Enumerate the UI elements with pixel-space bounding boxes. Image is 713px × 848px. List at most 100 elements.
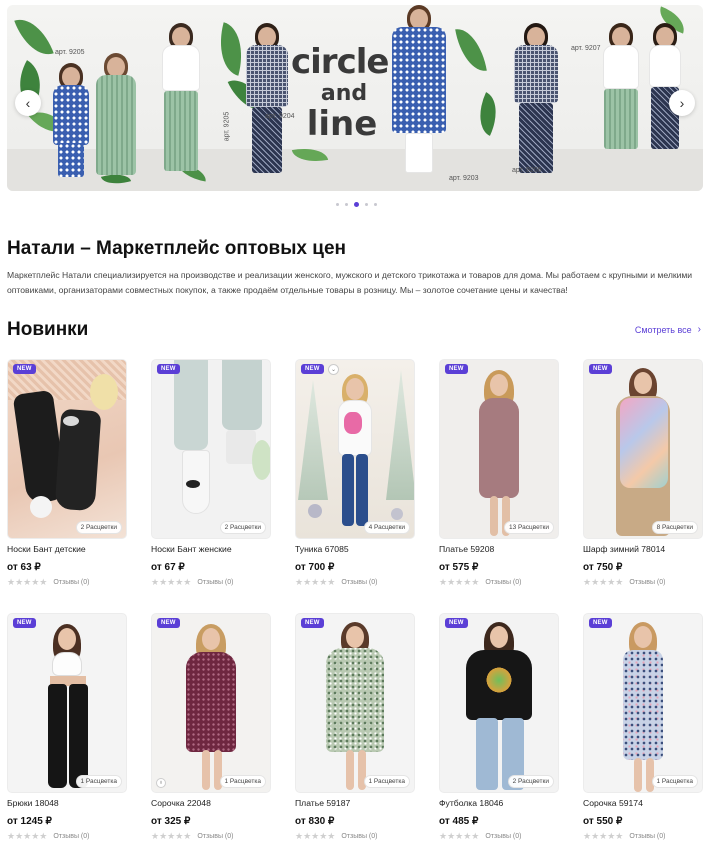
chevron-down-icon[interactable]: ⌄: [328, 364, 339, 375]
product-name[interactable]: Платье 59208: [439, 544, 559, 554]
rating-stars: ★★★★★ Отзывы (0): [7, 577, 90, 587]
new-badge: NEW: [445, 618, 468, 628]
article-label: арт. 9205: [55, 49, 85, 56]
product-price: от 325 ₽: [151, 816, 191, 827]
new-badge: NEW: [13, 364, 36, 374]
product-image[interactable]: NEW 2 Расцветки: [151, 359, 271, 539]
intro-description: Маркетплейс Натали специализируется на п…: [7, 270, 693, 295]
new-badge: NEW: [301, 364, 324, 374]
colors-count-badge: 13 Расцветки: [504, 521, 554, 534]
product-card[interactable]: NEW 2 Расцветки Носки Бант женские от 67…: [151, 359, 271, 596]
product-grid: NEW 2 Расцветки Носки Бант детские от 63…: [7, 359, 707, 848]
colors-count-badge: 1 Расцветка: [651, 775, 698, 788]
banner-prev-button[interactable]: ‹: [15, 90, 41, 116]
product-card[interactable]: NEW 2 Расцветки Носки Бант детские от 63…: [7, 359, 127, 596]
product-name[interactable]: Носки Бант женские: [151, 544, 271, 554]
reviews-count[interactable]: Отзывы (0): [197, 833, 233, 840]
product-image[interactable]: NEW 2 Расцветки: [7, 359, 127, 539]
product-name[interactable]: Шарф зимний 78014: [583, 544, 703, 554]
leaf-decoration: [14, 11, 54, 63]
reviews-count[interactable]: Отзывы (0): [629, 579, 665, 586]
product-price: от 63 ₽: [7, 562, 41, 573]
product-price: от 550 ₽: [583, 816, 623, 827]
reviews-count[interactable]: Отзывы (0): [341, 579, 377, 586]
colors-count-badge: 1 Расцветка: [363, 775, 410, 788]
pagination-dot[interactable]: [365, 203, 368, 206]
product-card[interactable]: NEW 1 Расцветка Платье 59187 от 830 ₽ ★★…: [295, 613, 415, 848]
new-badge: NEW: [13, 618, 36, 628]
reviews-count[interactable]: Отзывы (0): [53, 833, 89, 840]
product-price: от 67 ₽: [151, 562, 185, 573]
pagination-dot[interactable]: [345, 203, 348, 206]
product-image[interactable]: NEW 2 Расцветки: [439, 613, 559, 793]
model-figure: [245, 23, 289, 177]
model-figure: [51, 63, 91, 177]
product-image[interactable]: NEW 1 Расцветка: [295, 613, 415, 793]
product-card[interactable]: NEW 1 Расцветка Брюки 18048 от 1245 ₽ ★★…: [7, 613, 127, 848]
leaf-decoration: [455, 25, 487, 75]
reviews-count[interactable]: Отзывы (0): [485, 833, 521, 840]
reviews-count[interactable]: Отзывы (0): [197, 579, 233, 586]
pagination-dot[interactable]: [336, 203, 339, 206]
reviews-count[interactable]: Отзывы (0): [485, 579, 521, 586]
product-image[interactable]: NEW ♁ 1 Расцветка: [151, 613, 271, 793]
model-figure: [159, 23, 203, 177]
product-name[interactable]: Сорочка 59174: [583, 798, 703, 808]
section-title-new: Новинки: [7, 319, 89, 340]
colors-count-badge: 1 Расцветка: [75, 775, 122, 788]
see-all-link[interactable]: Смотреть все ›: [635, 324, 701, 335]
reviews-count[interactable]: Отзывы (0): [341, 833, 377, 840]
product-image[interactable]: NEW 1 Расцветка: [7, 613, 127, 793]
banner-brand-text: circle and line: [291, 42, 389, 144]
new-badge: NEW: [301, 618, 324, 628]
banner-next-button[interactable]: ›: [669, 90, 695, 116]
banner-pagination: [0, 202, 713, 207]
product-name[interactable]: Сорочка 22048: [151, 798, 271, 808]
promo-banner[interactable]: circle and line арт. 9205 арт. 9205 арт.…: [7, 5, 703, 191]
product-card[interactable]: NEW 8 Расцветки Шарф зимний 78014 от 750…: [583, 359, 703, 596]
product-name[interactable]: Туника 67085: [295, 544, 415, 554]
product-price: от 1245 ₽: [7, 816, 52, 827]
product-card[interactable]: NEW ⌄ 4 Расцветки Туника 67085 от 700 ₽ …: [295, 359, 415, 596]
pagination-dot-active[interactable]: [354, 202, 359, 207]
article-label: арт. 9205: [223, 111, 231, 142]
product-card[interactable]: NEW 2 Расцветки Футболка 18046 от 485 ₽ …: [439, 613, 559, 848]
article-label: арт. 9207: [571, 45, 601, 52]
rating-stars: ★★★★★ Отзывы (0): [7, 831, 90, 841]
colors-count-badge: 2 Расцветки: [219, 521, 266, 534]
rating-stars: ★★★★★ Отзывы (0): [439, 577, 522, 587]
reviews-count[interactable]: Отзывы (0): [53, 579, 89, 586]
rating-stars: ★★★★★ Отзывы (0): [295, 577, 378, 587]
product-image[interactable]: NEW 13 Расцветки: [439, 359, 559, 539]
product-image[interactable]: NEW 1 Расцветка: [583, 613, 703, 793]
product-price: от 830 ₽: [295, 816, 335, 827]
new-badge: NEW: [157, 364, 180, 374]
article-label: арт. 9203: [449, 175, 479, 182]
product-image[interactable]: NEW ⌄ 4 Расцветки: [295, 359, 415, 539]
product-name[interactable]: Брюки 18048: [7, 798, 127, 808]
product-image[interactable]: NEW 8 Расцветки: [583, 359, 703, 539]
product-name[interactable]: Носки Бант детские: [7, 544, 127, 554]
product-card[interactable]: NEW 1 Расцветка Сорочка 59174 от 550 ₽ ★…: [583, 613, 703, 848]
colors-count-badge: 4 Расцветки: [363, 521, 410, 534]
new-badge: NEW: [445, 364, 468, 374]
rating-stars: ★★★★★ Отзывы (0): [151, 831, 234, 841]
product-price: от 750 ₽: [583, 562, 623, 573]
product-name[interactable]: Платье 59187: [295, 798, 415, 808]
reviews-count[interactable]: Отзывы (0): [629, 833, 665, 840]
new-badge: NEW: [589, 364, 612, 374]
chevron-right-icon: ›: [679, 95, 685, 111]
leaf-decoration: [470, 92, 506, 136]
bell-icon[interactable]: ♁: [156, 778, 166, 788]
see-all-label: Смотреть все: [634, 324, 692, 335]
product-card[interactable]: NEW ♁ 1 Расцветка Сорочка 22048 от 325 ₽…: [151, 613, 271, 848]
rating-stars: ★★★★★ Отзывы (0): [583, 831, 666, 841]
colors-count-badge: 8 Расцветки: [651, 521, 698, 534]
chevron-left-icon: ‹: [25, 95, 31, 111]
product-name[interactable]: Футболка 18046: [439, 798, 559, 808]
product-price: от 485 ₽: [439, 816, 479, 827]
model-figure: [599, 23, 643, 177]
pagination-dot[interactable]: [374, 203, 377, 206]
rating-stars: ★★★★★ Отзывы (0): [439, 831, 522, 841]
product-card[interactable]: NEW 13 Расцветки Платье 59208 от 575 ₽ ★…: [439, 359, 559, 596]
